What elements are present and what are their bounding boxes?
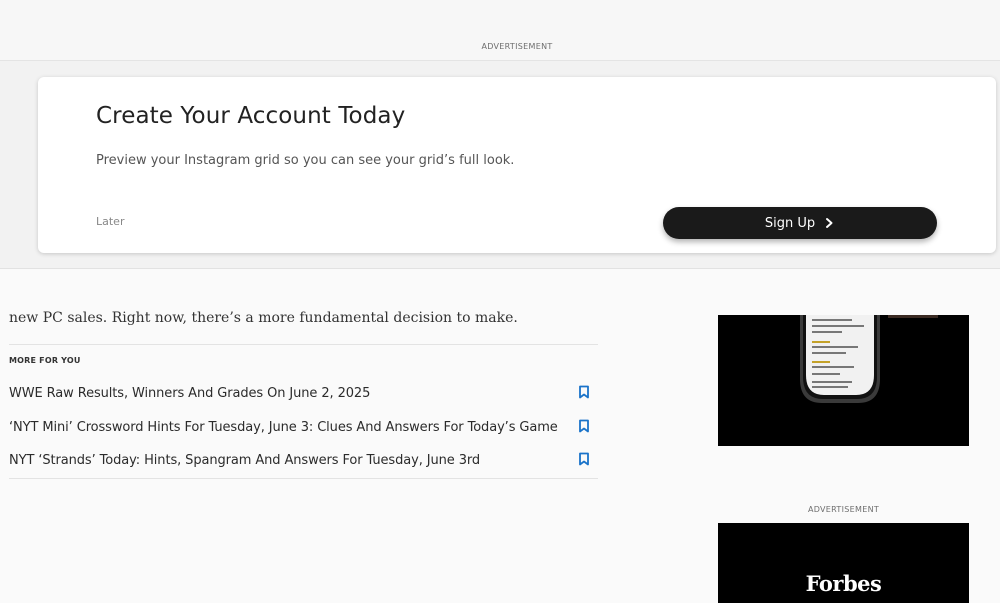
- headline-link[interactable]: NYT ‘Strands’ Today: Hints, Spangram And…: [9, 453, 480, 468]
- forbes-ad[interactable]: Forbes: [718, 523, 969, 603]
- page: ADVERTISEMENT Create Your Account Today …: [0, 0, 1000, 603]
- list-item[interactable]: NYT ‘Strands’ Today: Hints, Spangram And…: [9, 444, 598, 478]
- phone-image[interactable]: [718, 315, 969, 446]
- headline-link[interactable]: WWE Raw Results, Winners And Grades On J…: [9, 386, 370, 401]
- rail-ad-label: ADVERTISEMENT: [807, 505, 880, 514]
- top-ad-slot: ADVERTISEMENT: [0, 0, 1000, 61]
- bookmark-icon[interactable]: [578, 385, 590, 399]
- chevron-right-icon: [826, 218, 833, 228]
- content-strip: [0, 269, 1000, 315]
- more-for-you-list: WWE Raw Results, Winners And Grades On J…: [9, 377, 598, 478]
- later-link[interactable]: Later: [96, 215, 124, 228]
- signup-subtitle: Preview your Instagram grid so you can s…: [96, 153, 515, 168]
- sign-up-button[interactable]: Sign Up: [663, 207, 937, 239]
- phone-illustration: [718, 315, 969, 446]
- top-ad-label: ADVERTISEMENT: [481, 42, 553, 51]
- bookmark-icon[interactable]: [578, 452, 590, 466]
- divider: [9, 478, 598, 479]
- forbes-logo: Forbes: [805, 571, 882, 596]
- bookmark-icon[interactable]: [578, 419, 590, 433]
- signup-band: Create Your Account Today Preview your I…: [0, 61, 1000, 269]
- list-item[interactable]: WWE Raw Results, Winners And Grades On J…: [9, 377, 598, 411]
- headline-link[interactable]: ‘NYT Mini’ Crossword Hints For Tuesday, …: [9, 420, 558, 435]
- more-for-you-label: MORE FOR YOU: [9, 356, 81, 365]
- signup-title: Create Your Account Today: [96, 103, 406, 129]
- sign-up-label: Sign Up: [764, 215, 816, 231]
- list-item[interactable]: ‘NYT Mini’ Crossword Hints For Tuesday, …: [9, 411, 598, 445]
- divider: [9, 344, 598, 345]
- article-snippet: new PC sales. Right now, there’s a more …: [9, 310, 518, 326]
- signup-card: Create Your Account Today Preview your I…: [38, 77, 996, 253]
